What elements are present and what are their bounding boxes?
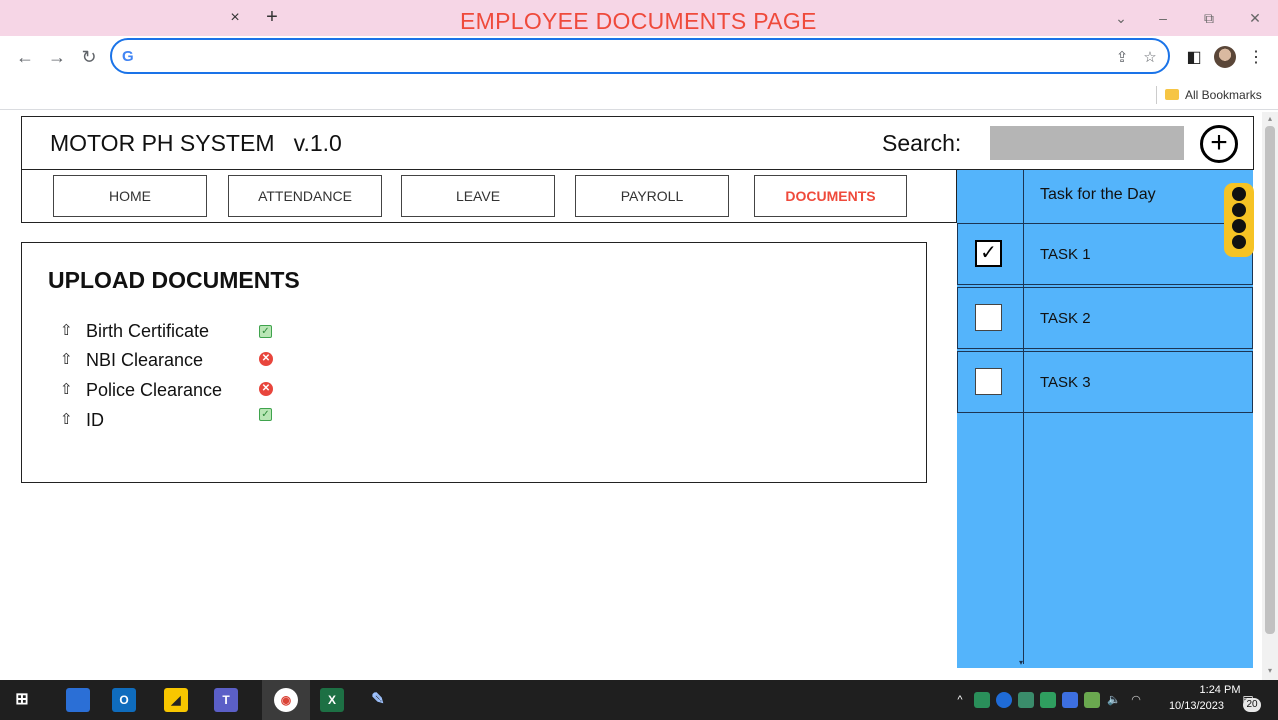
sticky-notes-icon[interactable]: ◢ <box>164 688 188 712</box>
scroll-down-icon[interactable]: ▾ <box>1265 666 1275 676</box>
outlook-icon[interactable]: O <box>112 688 136 712</box>
menu-dot <box>1232 235 1246 249</box>
task-menu-more-icon[interactable] <box>1224 183 1254 257</box>
document-label: ID <box>86 410 104 430</box>
tray-app-icon[interactable] <box>1062 692 1078 708</box>
task-row: TASK 2 <box>957 287 1253 349</box>
battery-icon[interactable] <box>1084 692 1100 708</box>
document-row-nbi-clearance: ⇧ NBI Clearance ✕ <box>60 348 300 374</box>
document-label: NBI Clearance <box>86 350 204 370</box>
missing-x-icon: ✕ <box>259 352 273 366</box>
task-label: TASK 2 <box>1040 310 1091 327</box>
tab-search-icon[interactable]: ⌄ <box>1108 8 1134 28</box>
task-checkbox-checked[interactable]: ✓ <box>975 240 1002 267</box>
main-nav: HOME ATTENDANCE LEAVE PAYROLL DOCUMENTS <box>21 170 957 223</box>
task-row: TASK 3 <box>957 351 1253 413</box>
search-label: Search: <box>882 130 962 156</box>
minimize-icon[interactable]: – <box>1150 8 1176 28</box>
upload-documents-card: UPLOAD DOCUMENTS ⇧ Birth Certificate ✓ ⇧… <box>21 242 927 483</box>
app-header: MOTOR PH SYSTEM v.1.0 Search: + <box>21 116 1254 170</box>
upload-icon[interactable]: ⇧ <box>60 350 76 370</box>
task-panel: ▾ Task for the Day ✓ TASK 1 TASK 2 TASK … <box>957 170 1253 668</box>
scroll-up-icon[interactable]: ▴ <box>1265 114 1275 124</box>
tab-corner <box>0 22 14 36</box>
missing-x-icon: ✕ <box>259 382 273 396</box>
desktop-icon[interactable] <box>66 688 90 712</box>
new-tab-button[interactable]: + <box>262 6 282 28</box>
clock-date[interactable]: 10/13/2023 <box>1160 700 1224 714</box>
restore-icon[interactable]: ⧉ <box>1196 8 1222 28</box>
tray-security-icon[interactable] <box>1040 692 1056 708</box>
bookmarks-bar: All Bookmarks <box>0 80 1278 110</box>
close-tab-icon[interactable]: × <box>226 8 244 28</box>
chrome-icon[interactable]: ◉ <box>274 688 298 712</box>
nav-attendance-button[interactable]: ATTENDANCE <box>228 175 382 217</box>
upload-icon[interactable]: ⇧ <box>60 380 76 400</box>
task-label: TASK 1 <box>1040 246 1091 263</box>
task-checkbox[interactable] <box>975 368 1002 395</box>
uploaded-check-icon: ✓ <box>259 408 272 421</box>
search-input[interactable] <box>990 126 1184 160</box>
scroll-thumb[interactable] <box>1265 126 1275 634</box>
document-row-id: ⇧ ID ✓ <box>60 408 300 434</box>
forward-icon[interactable]: → <box>46 46 68 68</box>
all-bookmarks-label: All Bookmarks <box>1185 88 1262 102</box>
bookmark-star-icon[interactable]: ☆ <box>1140 48 1160 68</box>
bluetooth-icon[interactable] <box>996 692 1012 708</box>
wifi-icon[interactable]: ◠ <box>1128 692 1144 708</box>
folder-icon <box>1165 89 1179 100</box>
task-panel-header: Task for the Day <box>1040 186 1156 203</box>
share-icon[interactable]: ⇪ <box>1112 48 1132 68</box>
browser-tab-bar: × + EMPLOYEE DOCUMENTS PAGE ⌄ – ⧉ ✕ <box>0 0 1278 36</box>
side-panel-icon[interactable]: ◧ <box>1184 48 1204 68</box>
upload-documents-title: UPLOAD DOCUMENTS <box>48 267 300 293</box>
down-arrow-icon: ▾ <box>1019 658 1024 667</box>
nav-leave-button[interactable]: LEAVE <box>401 175 555 217</box>
volume-icon[interactable]: 🔈 <box>1106 692 1122 708</box>
menu-dot <box>1232 219 1246 233</box>
page-scrollbar[interactable]: ▴ ▾ <box>1262 112 1278 680</box>
excel-icon[interactable]: X <box>320 688 344 712</box>
back-icon[interactable]: ← <box>14 46 36 68</box>
document-label: Birth Certificate <box>86 321 210 341</box>
document-label: Police Clearance <box>86 380 223 400</box>
profile-avatar[interactable] <box>1214 46 1236 68</box>
paint-icon[interactable]: ✎ <box>366 688 390 712</box>
document-row-birth-certificate: ⇧ Birth Certificate ✓ <box>60 319 300 345</box>
windows-taskbar: ⊞ O ◢ T ◉ X ✎ ^ 🔈 ◠ 1:24 PM 10/13/2023 ▤… <box>0 680 1278 720</box>
menu-dot <box>1232 203 1246 217</box>
all-bookmarks-button[interactable]: All Bookmarks <box>1165 85 1265 105</box>
tray-chevron-icon[interactable]: ^ <box>952 692 968 708</box>
add-button[interactable]: + <box>1200 125 1238 163</box>
browser-toolbar: ← → ↻ G ⇪ ☆ ◧ ⋮ <box>0 36 1278 80</box>
document-row-police-clearance: ⇧ Police Clearance ✕ <box>60 378 300 404</box>
upload-icon[interactable]: ⇧ <box>60 321 76 341</box>
reload-icon[interactable]: ↻ <box>78 46 100 68</box>
app-title: MOTOR PH SYSTEM v.1.0 <box>50 130 342 156</box>
nav-home-button[interactable]: HOME <box>53 175 207 217</box>
menu-dot <box>1232 187 1246 201</box>
tray-app-icon[interactable] <box>1018 692 1034 708</box>
teams-icon[interactable]: T <box>214 688 238 712</box>
address-bar[interactable]: G ⇪ ☆ <box>110 38 1170 74</box>
windows-start-icon[interactable]: ⊞ <box>10 688 34 712</box>
nav-documents-button[interactable]: DOCUMENTS <box>754 175 907 217</box>
page-heading: EMPLOYEE DOCUMENTS PAGE <box>460 8 817 34</box>
bookmarks-divider <box>1156 86 1157 104</box>
nav-payroll-button[interactable]: PAYROLL <box>575 175 729 217</box>
notification-count-badge: 20 <box>1243 698 1261 712</box>
task-row: ✓ TASK 1 <box>957 223 1253 285</box>
upload-icon[interactable]: ⇧ <box>60 410 76 430</box>
task-checkbox[interactable] <box>975 304 1002 331</box>
google-icon: G <box>122 48 134 65</box>
browser-menu-icon[interactable]: ⋮ <box>1246 48 1266 68</box>
uploaded-check-icon: ✓ <box>259 325 272 338</box>
tray-app-icon[interactable] <box>974 692 990 708</box>
close-window-icon[interactable]: ✕ <box>1242 8 1268 28</box>
task-label: TASK 3 <box>1040 374 1091 391</box>
